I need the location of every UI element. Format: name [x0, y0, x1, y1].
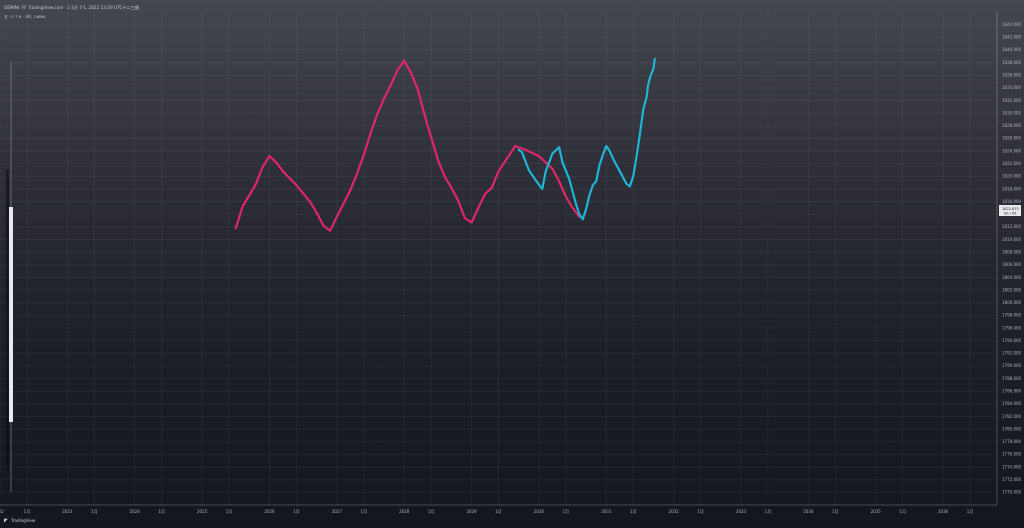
x-tick-label: 1月: [360, 509, 367, 514]
x-axis[interactable]: 022 1月 2023 1月 2024 1月 2025 1月 2026 1月 2027 1月 2028 1…: [0, 509, 973, 514]
vertical-scrollbar[interactable]: [6, 62, 13, 492]
y-tick-label: 1832.000: [1002, 98, 1022, 103]
header-title: GEMINI: FF TradingView.com · 1·3万 7·1, 2…: [4, 4, 139, 11]
y-tick-label: 1840.000: [1002, 47, 1022, 52]
x-tick-label: 2025: [197, 509, 208, 514]
x-tick-label: 2030: [534, 509, 545, 514]
x-tick-label: 1月: [765, 509, 772, 514]
scrollbar-track[interactable]: [6, 170, 9, 470]
y-tick-label: 1836.000: [1002, 73, 1022, 78]
x-tick-label: 1月: [428, 509, 435, 514]
chart-svg: GEMINI: FF TradingView.com · 1·3万 7·1, 2…: [0, 4, 1022, 524]
y-tick-label: 1788.000: [1002, 376, 1022, 381]
series-line-1: [234, 59, 581, 232]
price-tag-value: 1822.875: [1002, 207, 1019, 211]
y-tick-label: 1838.000: [1002, 60, 1022, 65]
y-tick-label: 1844.000: [1002, 22, 1022, 27]
x-tick-label: 1月: [495, 509, 502, 514]
x-tick-label: 1月: [293, 509, 300, 514]
y-tick-label: 1830.000: [1002, 110, 1022, 115]
y-tick-label: 1792.000: [1002, 351, 1022, 356]
y-tick-label: 1786.000: [1002, 389, 1022, 394]
x-tick-label: 2031: [601, 509, 612, 514]
x-tick-label: 2028: [399, 509, 410, 514]
x-tick-label: 1月: [563, 509, 570, 514]
y-tick-label: 1774.000: [1002, 464, 1022, 469]
x-tick-label: 1月: [226, 509, 233, 514]
y-tick-label: 1808.000: [1002, 249, 1022, 254]
x-tick-label: 2034: [803, 509, 814, 514]
x-tick-label: 2036: [938, 509, 949, 514]
y-tick-label: 1824.000: [1002, 148, 1022, 153]
y-axis[interactable]: 1844.000 1842.000 1840.000 1838.000 1836.000…: [1002, 22, 1022, 495]
y-tick-label: 1770.000: [1002, 490, 1022, 495]
x-tick-label: 2029: [466, 509, 477, 514]
y-tick-label: 1804.000: [1002, 275, 1022, 280]
y-tick-label: 1798.000: [1002, 313, 1022, 318]
y-tick-label: 1812.000: [1002, 224, 1022, 229]
y-tick-label: 1778.000: [1002, 439, 1022, 444]
x-tick-label: 2027: [332, 509, 343, 514]
x-tick-label: 1月: [158, 509, 165, 514]
x-tick-label: 2026: [264, 509, 275, 514]
x-tick-label: 1月: [832, 509, 839, 514]
y-tick-label: 1816.000: [1002, 199, 1022, 204]
y-tick-label: 1782.000: [1002, 414, 1022, 419]
y-tick-label: 1834.000: [1002, 85, 1022, 90]
y-tick-label: 1826.000: [1002, 136, 1022, 141]
tradingview-logo-text: TradingView: [10, 518, 36, 523]
y-tick-label: 1806.000: [1002, 262, 1022, 267]
x-tick-label: 1月: [91, 509, 98, 514]
price-tag-sub: 00 / 00: [1004, 212, 1016, 216]
header-subtitle: 五 · 0 7 8 · 1时, 1488A: [4, 14, 46, 19]
y-tick-label: 1796.000: [1002, 325, 1022, 330]
x-tick-label: 2023: [62, 509, 73, 514]
y-tick-label: 1820.000: [1002, 174, 1022, 179]
x-tick-label: 1月: [630, 509, 637, 514]
x-tick-label: 2033: [736, 509, 747, 514]
y-tick-label: 1800.000: [1002, 300, 1022, 305]
x-tick-label: 1月: [967, 509, 974, 514]
current-price-tag: 1822.875 00 / 00: [999, 205, 1021, 216]
x-tick-label: 2035: [871, 509, 882, 514]
tradingview-logo-icon: ◤: [4, 518, 8, 524]
x-tick-label: 022: [0, 509, 4, 514]
x-tick-label: 2024: [130, 509, 141, 514]
x-tick-label: 1月: [899, 509, 906, 514]
footer: ◤ TradingView: [4, 518, 36, 524]
y-tick-label: 1828.000: [1002, 123, 1022, 128]
y-tick-label: 1772.000: [1002, 477, 1022, 482]
y-tick-label: 1818.000: [1002, 186, 1022, 191]
y-tick-label: 1780.000: [1002, 426, 1022, 431]
x-tick-label: 2032: [669, 509, 680, 514]
y-tick-label: 1794.000: [1002, 338, 1022, 343]
y-tick-label: 1776.000: [1002, 452, 1022, 457]
y-tick-label: 1810.000: [1002, 237, 1022, 242]
x-tick-label: 1月: [24, 509, 31, 514]
x-tick-label: 1月: [697, 509, 704, 514]
grid-vertical: [0, 12, 971, 505]
y-tick-label: 1784.000: [1002, 401, 1022, 406]
y-tick-label: 1802.000: [1002, 287, 1022, 292]
scrollbar-thumb[interactable]: [9, 207, 13, 422]
y-tick-label: 1822.000: [1002, 161, 1022, 166]
y-tick-label: 1842.000: [1002, 35, 1022, 40]
series-layer: [234, 57, 656, 232]
y-tick-label: 1790.000: [1002, 363, 1022, 368]
